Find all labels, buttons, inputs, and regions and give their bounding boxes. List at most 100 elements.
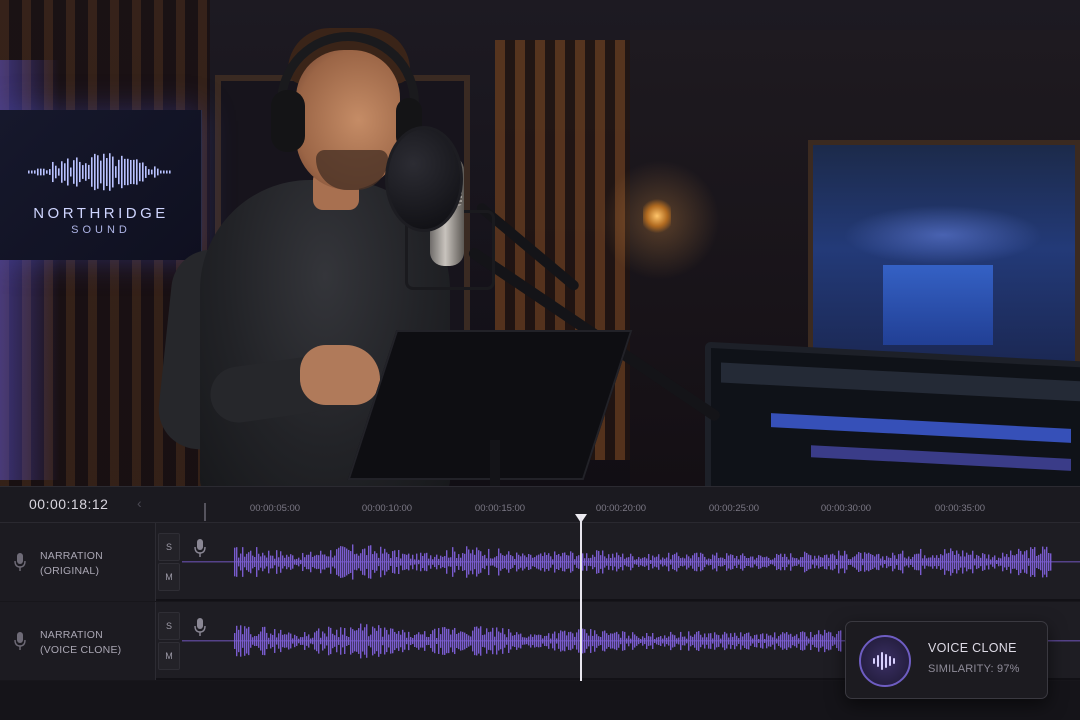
waveform-sample	[290, 633, 292, 649]
track-narration-original[interactable]: NARRATION (ORIGINAL) S M	[0, 523, 1080, 601]
waveform-sample	[404, 632, 406, 650]
waveform-sample	[530, 554, 532, 570]
waveform-sample	[458, 632, 460, 650]
waveform-sample	[476, 547, 478, 577]
mute-button[interactable]: M	[158, 563, 180, 591]
waveform-sample	[932, 555, 934, 569]
waveform-sample	[616, 631, 618, 651]
waveform-sample	[678, 637, 680, 645]
waveform-sample	[254, 557, 256, 567]
waveform-sample	[278, 633, 280, 649]
waveform-sample	[962, 550, 964, 574]
voice-clone-card[interactable]: VOICE CLONE SIMILARITY: 97%	[845, 621, 1048, 699]
waveform-sample	[410, 636, 412, 646]
monitor-toolbar	[721, 362, 1080, 402]
waveform-sample	[712, 638, 714, 644]
waveform-sample	[908, 556, 910, 568]
waveform-sample	[658, 636, 660, 646]
waveform-sample	[268, 550, 270, 574]
ruler-start-marker	[204, 503, 206, 521]
waveform-sample	[518, 634, 520, 648]
audio-lane[interactable]	[182, 523, 1080, 601]
solo-button[interactable]: S	[158, 612, 180, 640]
track-header[interactable]: NARRATION (VOICE CLONE)	[0, 602, 156, 680]
waveform-sample	[464, 553, 466, 571]
daw-monitor	[705, 341, 1080, 486]
waveform-sample	[314, 555, 316, 569]
waveform-sample	[1002, 552, 1004, 572]
waveform-sample	[268, 637, 270, 645]
brand-wave-bar	[154, 166, 156, 178]
waveform-sample	[254, 635, 256, 647]
waveform-sample	[518, 554, 520, 570]
waveform-sample	[640, 638, 642, 644]
waveform-sample	[594, 556, 596, 568]
waveform-sample	[564, 552, 566, 572]
waveform-sample	[602, 550, 604, 574]
waveform-sample	[748, 558, 750, 566]
waveform-sample	[422, 634, 424, 648]
waveform-sample	[570, 551, 572, 573]
waveform-sample	[234, 633, 236, 649]
waveform-sample	[802, 557, 804, 567]
waveform-sample	[792, 557, 794, 567]
waveform-sample	[412, 637, 414, 645]
waveform-sample	[374, 628, 376, 654]
waveform-sample	[706, 559, 708, 565]
waveform-sample	[414, 559, 416, 565]
track-header[interactable]: NARRATION (ORIGINAL)	[0, 523, 156, 601]
waveform-sample	[980, 557, 982, 567]
waveform-sample	[552, 559, 554, 565]
waveform-sample	[420, 634, 422, 648]
waveform-sample	[816, 558, 818, 566]
waveform-sample	[344, 627, 346, 655]
brand-name: NORTHRIDGE	[33, 205, 169, 222]
waveform-sample	[914, 554, 916, 570]
mute-button[interactable]: M	[158, 642, 180, 670]
waveform-sample	[540, 553, 542, 571]
waveform-sample	[562, 631, 564, 651]
playhead[interactable]	[580, 515, 582, 681]
chevron-left-icon[interactable]: ‹	[137, 495, 142, 511]
waveform-sample	[622, 553, 624, 571]
waveform-sample	[348, 549, 350, 575]
brand-wave-bar	[28, 170, 30, 174]
waveform-sample	[490, 631, 492, 651]
waveform-sample	[636, 636, 638, 646]
waveform-sample	[686, 638, 688, 644]
waveform-sample	[488, 548, 490, 576]
waveform-sample	[260, 631, 262, 651]
waveform-sample	[454, 627, 456, 655]
waveform-sample	[1000, 558, 1002, 566]
waveform-sample	[436, 554, 438, 570]
waveform-sample	[752, 638, 754, 644]
waveform-sample	[838, 550, 840, 574]
waveform-sample	[900, 553, 902, 571]
monitor-clip	[771, 413, 1071, 443]
waveform-sample	[902, 550, 904, 574]
waveform-sample	[970, 554, 972, 570]
waveform-sample	[666, 637, 668, 645]
time-ruler[interactable]: 00:00:18:12 ‹ 00:00:05:00 00:00:10:00 00…	[0, 487, 1080, 523]
solo-button[interactable]: S	[158, 533, 180, 561]
waveform-sample	[566, 555, 568, 569]
waveform-sample	[868, 552, 870, 572]
waveform-sample	[586, 633, 588, 649]
waveform-sample	[744, 634, 746, 648]
waveform-sample	[290, 554, 292, 570]
waveform-sample	[260, 556, 262, 568]
waveform-sample	[426, 636, 428, 646]
waveform-sample	[832, 553, 834, 571]
waveform-sample	[360, 553, 362, 571]
waveform-sample	[256, 636, 258, 646]
waveform-sample	[382, 636, 384, 646]
waveform-sample	[252, 555, 254, 569]
waveform-sample	[1028, 558, 1030, 566]
waveform-sample	[636, 559, 638, 565]
waveform-sample	[510, 555, 512, 569]
waveform-sample	[1006, 554, 1008, 570]
waveform-sample	[484, 554, 486, 570]
waveform-sample	[502, 628, 504, 654]
waveform-sample	[314, 632, 316, 650]
waveform-sample	[360, 623, 362, 659]
